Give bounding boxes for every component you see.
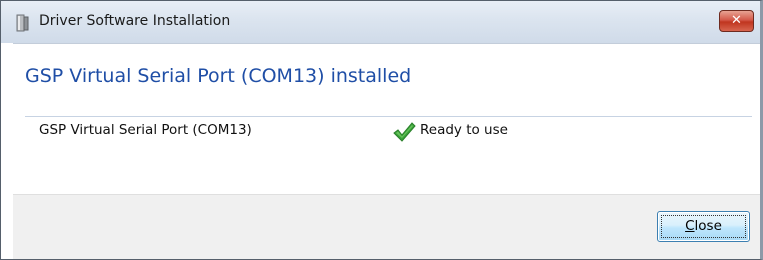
title-bar[interactable]: Driver Software Installation ✕ <box>1 1 760 44</box>
divider <box>25 116 752 117</box>
left-margin <box>1 43 13 259</box>
window-title: Driver Software Installation <box>39 13 231 29</box>
close-button[interactable]: Close <box>657 211 750 242</box>
dialog-footer: Close <box>13 194 760 259</box>
page-title: GSP Virtual Serial Port (COM13) installe… <box>25 65 412 87</box>
check-icon <box>392 121 416 143</box>
driver-installation-dialog: Driver Software Installation ✕ GSP Virtu… <box>0 0 763 260</box>
window-close-button[interactable]: ✕ <box>719 10 754 32</box>
focus-ring <box>661 215 746 238</box>
close-icon: ✕ <box>731 13 742 28</box>
device-name: GSP Virtual Serial Port (COM13) <box>39 122 252 138</box>
status-text: Ready to use <box>420 122 508 138</box>
driver-install-icon <box>13 14 31 32</box>
